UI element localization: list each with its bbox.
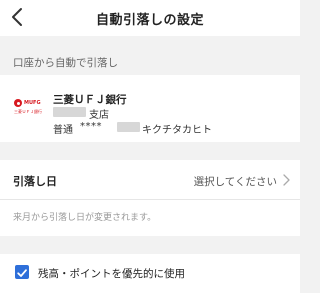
bank-logo: MUFG 三菱ＵＦＪ銀行 xyxy=(14,99,46,119)
checkbox-checked-icon[interactable] xyxy=(15,265,29,279)
branch-name-redaction xyxy=(53,107,86,117)
branch-suffix: 支店 xyxy=(89,110,109,121)
logo-text: MUFG xyxy=(24,100,41,106)
debit-date-value[interactable]: 選択してください xyxy=(194,174,277,189)
header: 自動引落しの設定 xyxy=(0,0,300,36)
page-title: 自動引落しの設定 xyxy=(95,13,204,28)
section-label: 口座から自動で引落し xyxy=(13,57,118,69)
bank-name: 三菱ＵＦＪ銀行 xyxy=(53,94,127,106)
debit-date-selector[interactable]: 引落し日 選択してください xyxy=(0,160,300,200)
bank-account-card[interactable]: MUFG 三菱ＵＦＪ銀行 三菱ＵＦＪ銀行 支店 普通 **** キクチタカヒト xyxy=(0,75,300,142)
logo-subtext: 三菱ＵＦＪ銀行 xyxy=(14,109,42,114)
account-type: 普通 xyxy=(53,125,73,136)
account-holder: キクチタカヒト xyxy=(142,125,212,136)
debit-date-note: 来月から引落し日が変更されます。 xyxy=(0,200,300,236)
account-number-redaction xyxy=(117,122,140,132)
debit-date-label: 引落し日 xyxy=(13,175,57,188)
chevron-right-icon xyxy=(283,174,290,186)
account-number-mask: **** xyxy=(80,121,102,132)
debit-date-note-text: 来月から引落し日が変更されます。 xyxy=(13,213,157,223)
priority-label: 残高・ポイントを優先的に使用 xyxy=(38,268,185,280)
priority-option-row[interactable]: 残高・ポイントを優先的に使用 xyxy=(0,254,300,293)
mufg-mark-icon xyxy=(14,99,22,107)
